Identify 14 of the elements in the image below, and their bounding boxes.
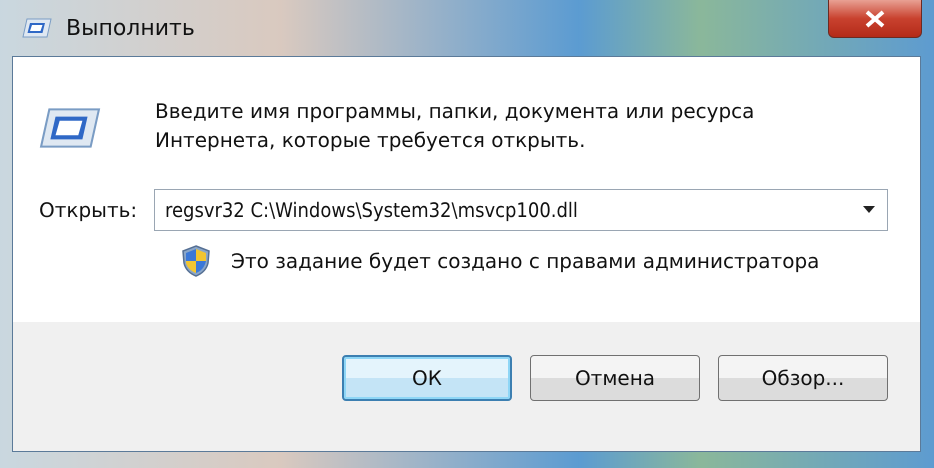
close-icon	[864, 10, 886, 28]
shield-icon	[181, 245, 211, 277]
command-combobox[interactable]: regsvr32 C:\Windows\System32\msvcp100.dll	[154, 189, 888, 231]
run-icon	[39, 107, 101, 149]
dropdown-caret-icon	[863, 206, 875, 214]
window-title: Выполнить	[66, 16, 195, 40]
run-icon	[22, 18, 52, 38]
open-label: Открыть:	[39, 198, 138, 222]
dialog-button[interactable]: Обзор...	[718, 354, 888, 400]
instruction-text: Введите имя программы, папки, документа или ресурса Интернета, которые требуется открыть.	[155, 98, 756, 154]
dialog-button[interactable]: Отмена	[530, 354, 700, 400]
admin-note: Это задание будет создано с правами администратора	[231, 249, 820, 273]
close-button[interactable]	[828, 0, 922, 38]
dialog-button[interactable]: ОК	[342, 354, 512, 400]
